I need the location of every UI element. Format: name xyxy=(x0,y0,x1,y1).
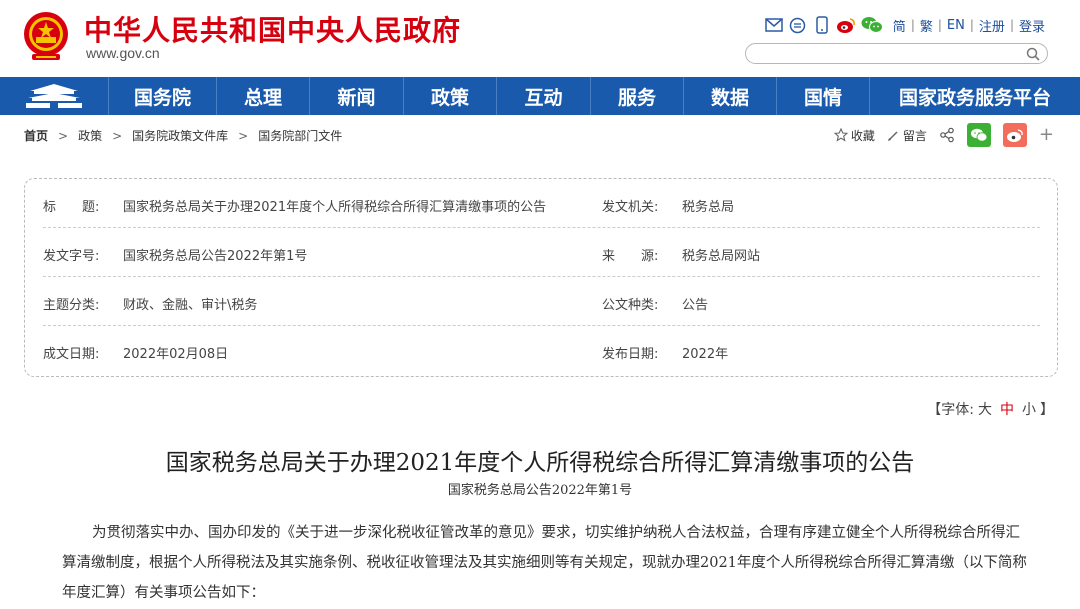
tiananmen-icon xyxy=(26,84,82,108)
font-size-label: 【字体: xyxy=(927,402,974,418)
nav-home-button[interactable] xyxy=(0,77,108,115)
font-size-medium[interactable]: 中 xyxy=(1000,399,1014,419)
nav-item-premier[interactable]: 总理 xyxy=(216,77,309,115)
nav-item-gov-service-platform[interactable]: 国家政务服务平台 xyxy=(869,77,1080,115)
site-header: 中华人民共和国中央人民政府 www.gov.cn 简 | 繁 | EN | 注册… xyxy=(0,0,1080,77)
register-link[interactable]: 注册 xyxy=(974,16,1010,35)
comment-button[interactable]: 留言 xyxy=(887,127,927,144)
favorite-button[interactable]: 收藏 xyxy=(833,127,875,144)
plus-icon: + xyxy=(1038,124,1054,145)
info-value: 国家税务总局公告2022年第1号 xyxy=(123,249,308,264)
chevron-right-icon: > xyxy=(238,128,249,143)
comment-label: 留言 xyxy=(902,128,927,143)
breadcrumb-department-docs[interactable]: 国务院部门文件 xyxy=(258,127,342,144)
mail-icon[interactable] xyxy=(764,15,784,35)
main-nav: 国务院 总理 新闻 政策 互动 服务 数据 国情 国家政务服务平台 xyxy=(0,77,1080,115)
nav-items: 国务院 总理 新闻 政策 互动 服务 数据 国情 国家政务服务平台 xyxy=(108,77,1080,115)
top-links: 简 | 繁 | EN | 注册 | 登录 xyxy=(764,15,1050,35)
lang-traditional-link[interactable]: 繁 xyxy=(915,16,938,35)
pencil-icon xyxy=(887,130,898,141)
chevron-right-icon: > xyxy=(58,128,69,143)
info-value: 财政、金融、审计\税务 xyxy=(123,298,258,313)
info-label: 发布日期: xyxy=(602,347,659,362)
nav-item-policy[interactable]: 政策 xyxy=(403,77,496,115)
national-emblem-icon[interactable] xyxy=(22,10,70,64)
wechat-share-button[interactable] xyxy=(966,123,991,147)
font-size-small[interactable]: 小 xyxy=(1022,399,1036,419)
weibo-icon[interactable] xyxy=(836,15,856,35)
share-toolbar: 收藏 留言 + xyxy=(822,123,1054,147)
info-value: 税务总局网站 xyxy=(682,249,761,264)
breadcrumb-home[interactable]: 首页 xyxy=(24,127,48,144)
weibo-share-button[interactable] xyxy=(1002,123,1027,147)
info-label: 公文种类: xyxy=(602,298,659,313)
info-label: 标 题: xyxy=(43,200,100,215)
search-icon[interactable] xyxy=(1025,46,1041,62)
article-body: 为贯彻落实中办、国办印发的《关于进一步深化税收征管改革的意见》要求，切实维护纳税… xyxy=(62,525,1027,601)
favorite-label: 收藏 xyxy=(850,128,875,143)
search-input[interactable] xyxy=(756,46,1016,61)
nav-item-data[interactable]: 数据 xyxy=(683,77,776,115)
font-size-large[interactable]: 大 xyxy=(978,399,992,419)
info-value: 税务总局 xyxy=(682,200,735,215)
info-row: 发文字号: 国家税务总局公告2022年第1号 来 源: 税务总局网站 xyxy=(43,228,1040,277)
lang-english-link[interactable]: EN xyxy=(942,18,970,33)
article-doc-number: 国家税务总局公告2022年第1号 xyxy=(447,483,633,498)
lang-simplified-link[interactable]: 简 xyxy=(888,16,911,35)
document-info-table: 标 题: 国家税务总局关于办理2021年度个人所得税综合所得汇算清缴事项的公告 … xyxy=(24,178,1058,377)
search-box xyxy=(745,43,1048,64)
info-value: 2022年02月08日 xyxy=(123,347,229,362)
breadcrumb-policy-library[interactable]: 国务院政策文件库 xyxy=(132,127,228,144)
info-row: 标 题: 国家税务总局关于办理2021年度个人所得税综合所得汇算清缴事项的公告 … xyxy=(43,179,1040,228)
site-title[interactable]: 中华人民共和国中央人民政府 xyxy=(84,9,461,49)
nav-item-news[interactable]: 新闻 xyxy=(309,77,403,115)
breadcrumb: 首页 > 政策 > 国务院政策文件库 > 国务院部门文件 xyxy=(24,127,342,144)
mobile-icon[interactable] xyxy=(812,15,832,35)
font-size-bracket: 】 xyxy=(1040,402,1054,418)
info-label: 成文日期: xyxy=(43,347,100,362)
breadcrumb-policy[interactable]: 政策 xyxy=(78,127,102,144)
nav-item-interaction[interactable]: 互动 xyxy=(496,77,590,115)
info-row: 成文日期: 2022年02月08日 发布日期: 2022年 xyxy=(43,326,1040,375)
nav-item-national-info[interactable]: 国情 xyxy=(776,77,869,115)
message-icon[interactable] xyxy=(788,15,808,35)
info-label: 来 源: xyxy=(602,249,659,264)
info-value: 国家税务总局关于办理2021年度个人所得税综合所得汇算清缴事项的公告 xyxy=(123,200,547,215)
info-row: 主题分类: 财政、金融、审计\税务 公文种类: 公告 xyxy=(43,277,1040,326)
info-label: 主题分类: xyxy=(43,298,100,313)
wechat-icon xyxy=(966,123,991,147)
article-title: 国家税务总局关于办理2021年度个人所得税综合所得汇算清缴事项的公告 xyxy=(165,450,915,476)
font-size-selector: 【字体: 大 中 小 】 xyxy=(927,399,1054,419)
info-value: 公告 xyxy=(682,298,709,313)
more-share-button[interactable]: + xyxy=(1039,126,1054,144)
site-url: www.gov.cn xyxy=(86,45,160,61)
share-button[interactable] xyxy=(939,127,955,143)
nav-item-services[interactable]: 服务 xyxy=(590,77,683,115)
info-label: 发文字号: xyxy=(43,249,100,264)
nav-item-state-council[interactable]: 国务院 xyxy=(108,77,216,115)
info-value: 2022年 xyxy=(682,347,729,362)
login-link[interactable]: 登录 xyxy=(1014,16,1050,35)
info-label: 发文机关: xyxy=(602,200,659,215)
weibo-icon xyxy=(1002,123,1027,147)
share-icon xyxy=(940,127,954,143)
star-icon xyxy=(833,128,848,142)
wechat-icon[interactable] xyxy=(860,15,884,35)
chevron-right-icon: > xyxy=(112,128,123,143)
